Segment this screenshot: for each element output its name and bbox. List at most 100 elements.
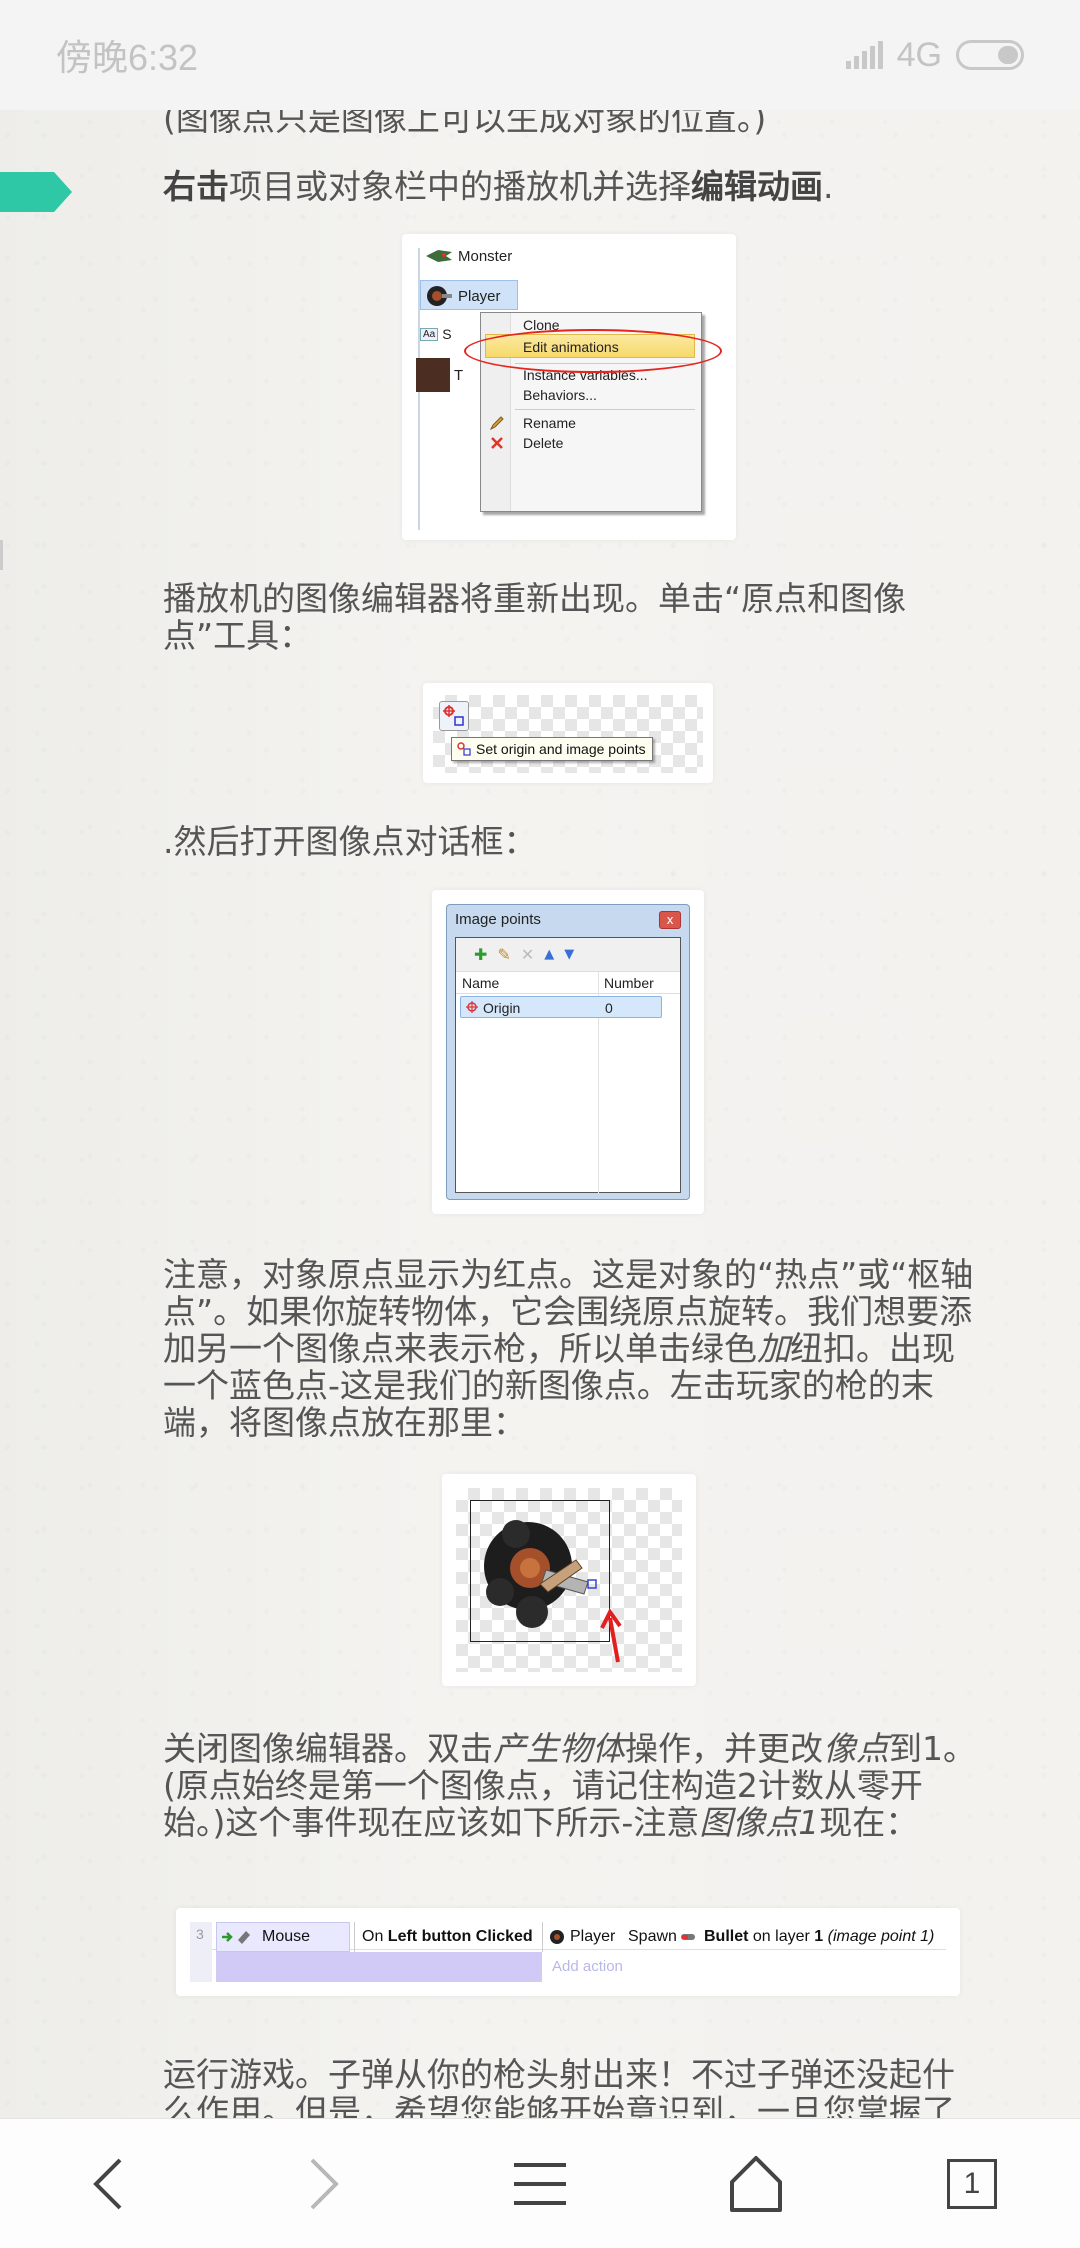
chevron-left-icon <box>93 2158 122 2209</box>
text-open-dialog: .然后打开图像点对话框： <box>163 822 537 861</box>
origin-tool-button[interactable] <box>439 701 469 731</box>
menu-icon <box>514 2162 566 2205</box>
tabs-icon: 1 <box>947 2158 997 2209</box>
pencil-icon <box>489 416 504 431</box>
delete-icon <box>491 437 503 449</box>
cell-divider <box>542 1922 543 1952</box>
add-action-link[interactable]: Add action <box>552 1958 623 1975</box>
arrow-up-icon[interactable]: ▲ <box>544 947 554 962</box>
tab-count: 1 <box>963 2166 981 2200</box>
forward-button[interactable] <box>274 2134 374 2234</box>
status-icons: 4G <box>845 35 1024 75</box>
battery-icon <box>956 40 1024 70</box>
point-number: 0 <box>605 1000 613 1016</box>
add-icon[interactable]: ✚ <box>474 945 487 964</box>
point-name: Origin <box>483 1000 521 1016</box>
paragraph-spawn-change: 关闭图像编辑器。双击产生物体操作，并更改像点到1。(原点始终是第一个图像点，请记… <box>163 1730 983 1841</box>
origin-icon <box>466 1001 478 1013</box>
text-right-click-instruction: 项目或对象栏中的播放机并选择 <box>229 167 691 206</box>
condition-text[interactable]: On Left button Clicked <box>362 1928 533 1946</box>
paragraph-run-game: 运行游戏。子弹从你的枪头射出来！不过子弹还没起什么作用。但是，希望您能够开始意识… <box>163 2056 983 2118</box>
player-icon <box>550 1930 564 1944</box>
object-text-partial: Aa S <box>420 326 452 342</box>
arrow-down-icon[interactable]: ▼ <box>564 947 574 962</box>
tooltip-text: Set origin and image points <box>476 741 646 757</box>
origin-points-icon <box>457 742 471 756</box>
condition-object: Mouse <box>262 1928 311 1945</box>
text-bold-right-click: 右击 <box>163 167 229 206</box>
monster-icon <box>426 250 452 262</box>
event-block <box>216 1952 542 1982</box>
object-monster: Monster <box>424 246 512 266</box>
player-icon <box>427 286 452 306</box>
tabs-button[interactable]: 1 <box>922 2134 1022 2234</box>
highlight-ellipse <box>464 329 722 373</box>
menu-button[interactable] <box>490 2134 590 2234</box>
text-italic-add: 加 <box>757 1329 790 1368</box>
origin-tool-screenshot: Set origin and image points <box>423 683 713 783</box>
text-period: . <box>823 167 834 206</box>
paragraph-image-editor: 播放机的图像编辑器将重新出现。单击“原点和图像点”工具： <box>163 580 983 654</box>
scroll-marker <box>0 540 3 570</box>
cell-divider <box>354 1922 355 1952</box>
paragraph-open-dialog: .然后打开图像点对话框： <box>163 823 983 860</box>
tile-thumbnail <box>416 358 450 392</box>
text-object-icon: Aa <box>420 327 439 341</box>
menu-item-rename[interactable]: Rename <box>523 415 576 431</box>
delete-icon[interactable]: ✕ <box>521 945 534 964</box>
dialog-body: ✚ ✎ ✕ ▲ ▼ Name Number Origin 0 <box>455 937 681 1194</box>
tooltip: Set origin and image points <box>451 737 653 761</box>
sprite-canvas <box>456 1488 682 1672</box>
home-icon <box>730 2155 782 2212</box>
menu-item-behaviors[interactable]: Behaviors... <box>523 387 597 403</box>
pencil-icon[interactable]: ✎ <box>497 945 510 964</box>
condition-prefix: On <box>362 1928 388 1945</box>
partial-label-t: T <box>454 366 464 384</box>
event-number: 3 <box>196 1926 204 1942</box>
bullet-icon <box>681 1934 695 1940</box>
text-close-editor: 关闭图像编辑器。双击 <box>163 1729 493 1768</box>
object-tiled-partial: T <box>416 358 463 392</box>
text-italic-spawn-object: 产生物体 <box>493 1729 625 1768</box>
text-italic-image-point-1: 图像点1 <box>699 1803 820 1842</box>
text-run-game: 运行游戏。子弹从你的枪头射出来！不过子弹还没起什么作用。但是，希望您能够开始意识… <box>163 2056 955 2118</box>
origin-points-icon <box>443 705 464 726</box>
text-image-editor: 播放机的图像编辑器将重新出现。单击“原点和图像点”工具： <box>163 579 907 655</box>
action-text[interactable]: Bullet on layer 1 (image point 1) <box>704 1928 934 1946</box>
action-verb: Spawn <box>628 1928 677 1945</box>
player-sprite-screenshot <box>442 1474 696 1686</box>
paragraph-right-click: 右击项目或对象栏中的播放机并选择编辑动画. <box>163 168 983 205</box>
mouse-icon <box>222 1931 250 1944</box>
status-bar: 傍晚6:32 4G <box>0 0 1080 110</box>
column-number: Number <box>604 975 654 991</box>
partial-label-s: S <box>442 326 452 342</box>
chevron-right-icon <box>310 2158 339 2209</box>
object-label-player: Player <box>458 287 501 305</box>
dialog-toolbar: ✚ ✎ ✕ ▲ ▼ <box>456 938 680 972</box>
player-sprite <box>484 1520 622 1663</box>
context-menu-screenshot: Monster Player Aa S T Clone Edit animati… <box>402 234 736 540</box>
text-now: 现在： <box>819 1803 919 1842</box>
status-time: 傍晚6:32 <box>56 37 199 78</box>
menu-item-delete[interactable]: Delete <box>523 435 563 451</box>
condition-bold: Left button Clicked <box>387 1928 533 1945</box>
checker-background <box>433 695 703 773</box>
network-type: 4G <box>896 35 942 74</box>
column-name: Name <box>462 975 500 991</box>
close-button[interactable]: x <box>659 911 681 929</box>
action-object: Player <box>570 1928 616 1945</box>
list-item[interactable]: Origin 0 <box>460 996 662 1018</box>
menu-separator <box>515 409 695 410</box>
home-button[interactable] <box>706 2134 806 2234</box>
paragraph-origin-explanation: 注意，对象原点显示为红点。这是对象的“热点”或“枢轴点”。如果你旋转物体，它会围… <box>163 1256 983 1441</box>
action-mid: on layer <box>748 1928 815 1945</box>
dialog-title: Image points <box>455 911 541 928</box>
text-bold-edit-animations: 编辑动画 <box>691 167 823 206</box>
event-sheet-screenshot: 3 Mouse On Left button Clicked Player Sp… <box>176 1908 960 1996</box>
back-button[interactable] <box>58 2134 158 2234</box>
action-bullet: Bullet <box>704 1928 749 1945</box>
action-layer: 1 <box>814 1928 824 1945</box>
text-change: 操作，并更改 <box>625 1729 823 1768</box>
signal-icon <box>845 41 883 69</box>
bottom-navigation: 1 <box>0 2118 1080 2248</box>
